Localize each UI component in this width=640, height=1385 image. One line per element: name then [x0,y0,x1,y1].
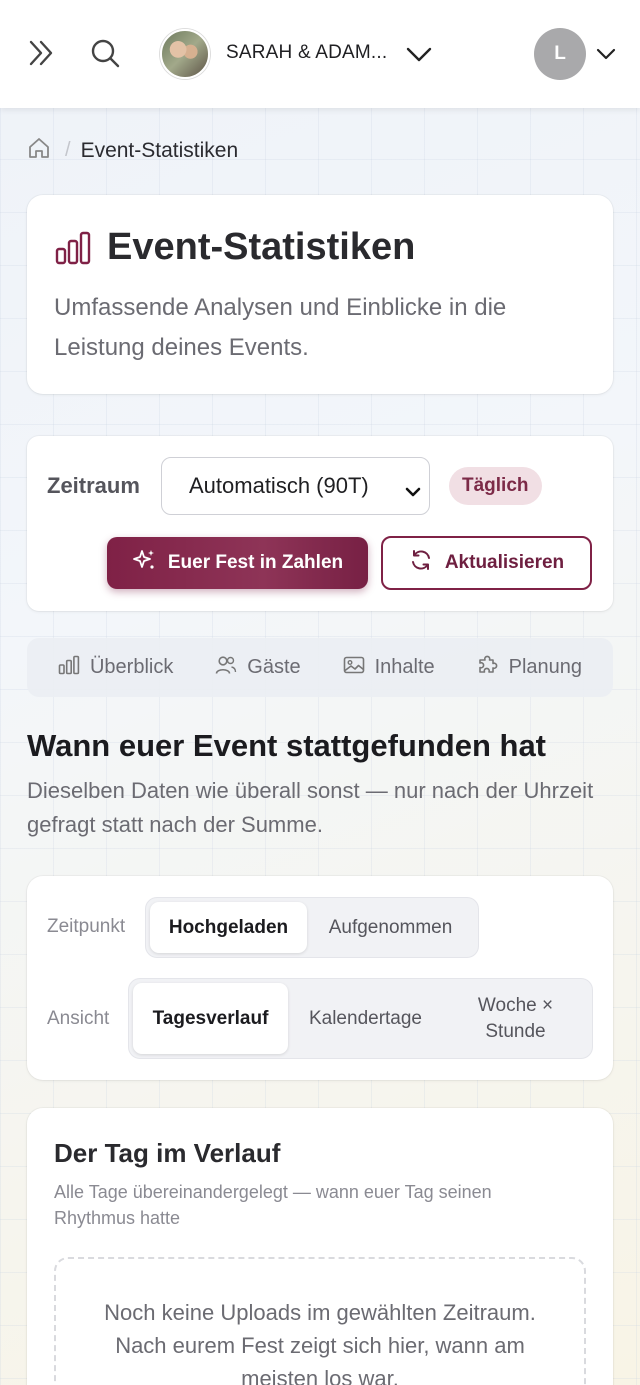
refresh-label: Aktualisieren [444,552,565,573]
section-title: Wann euer Event stattgefunden hat [27,728,547,763]
section-description: Dieselben Daten wie überall sonst — nur … [27,778,594,837]
top-bar: SARAH & ADAM... L [0,0,640,108]
user-menu-chevron-icon[interactable] [594,44,618,64]
zeitpunkt-label: Zeitpunkt [47,916,126,937]
tab-gaeste[interactable]: Gäste [215,655,301,681]
stats-tabs: Überblick Gäste Inhalte Planung [27,638,613,697]
ansicht-option-kalendertage[interactable]: Kalendertage [288,983,443,1054]
zeitpunkt-option-aufgenommen[interactable]: Aufgenommen [307,902,474,953]
event-avatar[interactable] [160,29,210,79]
zeitpunkt-segmented-control: Hochgeladen Aufgenommen [145,897,479,958]
ansicht-option-woche-stunde[interactable]: Woche × Stunde [443,983,588,1054]
breadcrumb: / Event-Statistiken [27,136,238,165]
ansicht-label: Ansicht [47,1008,110,1029]
interval-badge: Täglich [449,467,542,505]
sparkles-icon [132,548,156,578]
users-icon [215,655,237,681]
home-icon[interactable] [27,136,51,165]
empty-state-text: Noch keine Uploads im gewählten Zeitraum… [104,1300,536,1385]
chevron-down-icon [405,478,421,504]
breadcrumb-current: Event-Statistiken [80,138,239,162]
event-name[interactable]: SARAH & ADAM... [226,42,387,64]
tab-planung[interactable]: Planung [477,654,582,682]
tab-label: Überblick [89,656,174,678]
bar-chart-icon [58,655,80,681]
image-icon [343,655,365,681]
ansicht-option-tagesverlauf[interactable]: Tagesverlauf [133,983,288,1054]
tab-label: Planung [508,656,583,678]
user-avatar[interactable]: L [534,28,586,80]
day-card-title: Der Tag im Verlauf [54,1138,281,1168]
puzzle-icon [477,654,499,682]
fest-in-zahlen-button[interactable]: Euer Fest in Zahlen [107,537,368,589]
zeitraum-select-value: Automatisch (90T) [189,473,369,498]
day-card-description: Alle Tage übereinandergelegt — wann euer… [54,1182,492,1228]
page-title: Event-Statistiken [107,226,416,268]
chevron-down-icon[interactable] [404,40,434,70]
breadcrumb-separator: / [65,139,71,161]
tab-label: Gäste [247,656,301,678]
double-chevron-right-icon[interactable] [24,36,58,70]
refresh-button[interactable]: Aktualisieren [381,536,592,590]
tab-ueberblick[interactable]: Überblick [58,655,173,681]
tab-label: Inhalte [374,656,435,678]
zeitpunkt-option-hochgeladen[interactable]: Hochgeladen [150,902,308,953]
zeitraum-label: Zeitraum [47,473,140,498]
search-icon[interactable] [88,36,122,70]
zeitraum-select[interactable]: Automatisch (90T) [161,457,430,515]
tab-inhalte[interactable]: Inhalte [343,655,435,681]
refresh-icon [409,548,433,578]
ansicht-segmented-control: Tagesverlauf Kalendertage Woche × Stunde [128,978,593,1059]
page-description: Umfassende Analysen und Einblicke in die… [54,294,507,361]
bar-chart-icon [55,231,91,270]
fest-in-zahlen-label: Euer Fest in Zahlen [167,552,344,573]
